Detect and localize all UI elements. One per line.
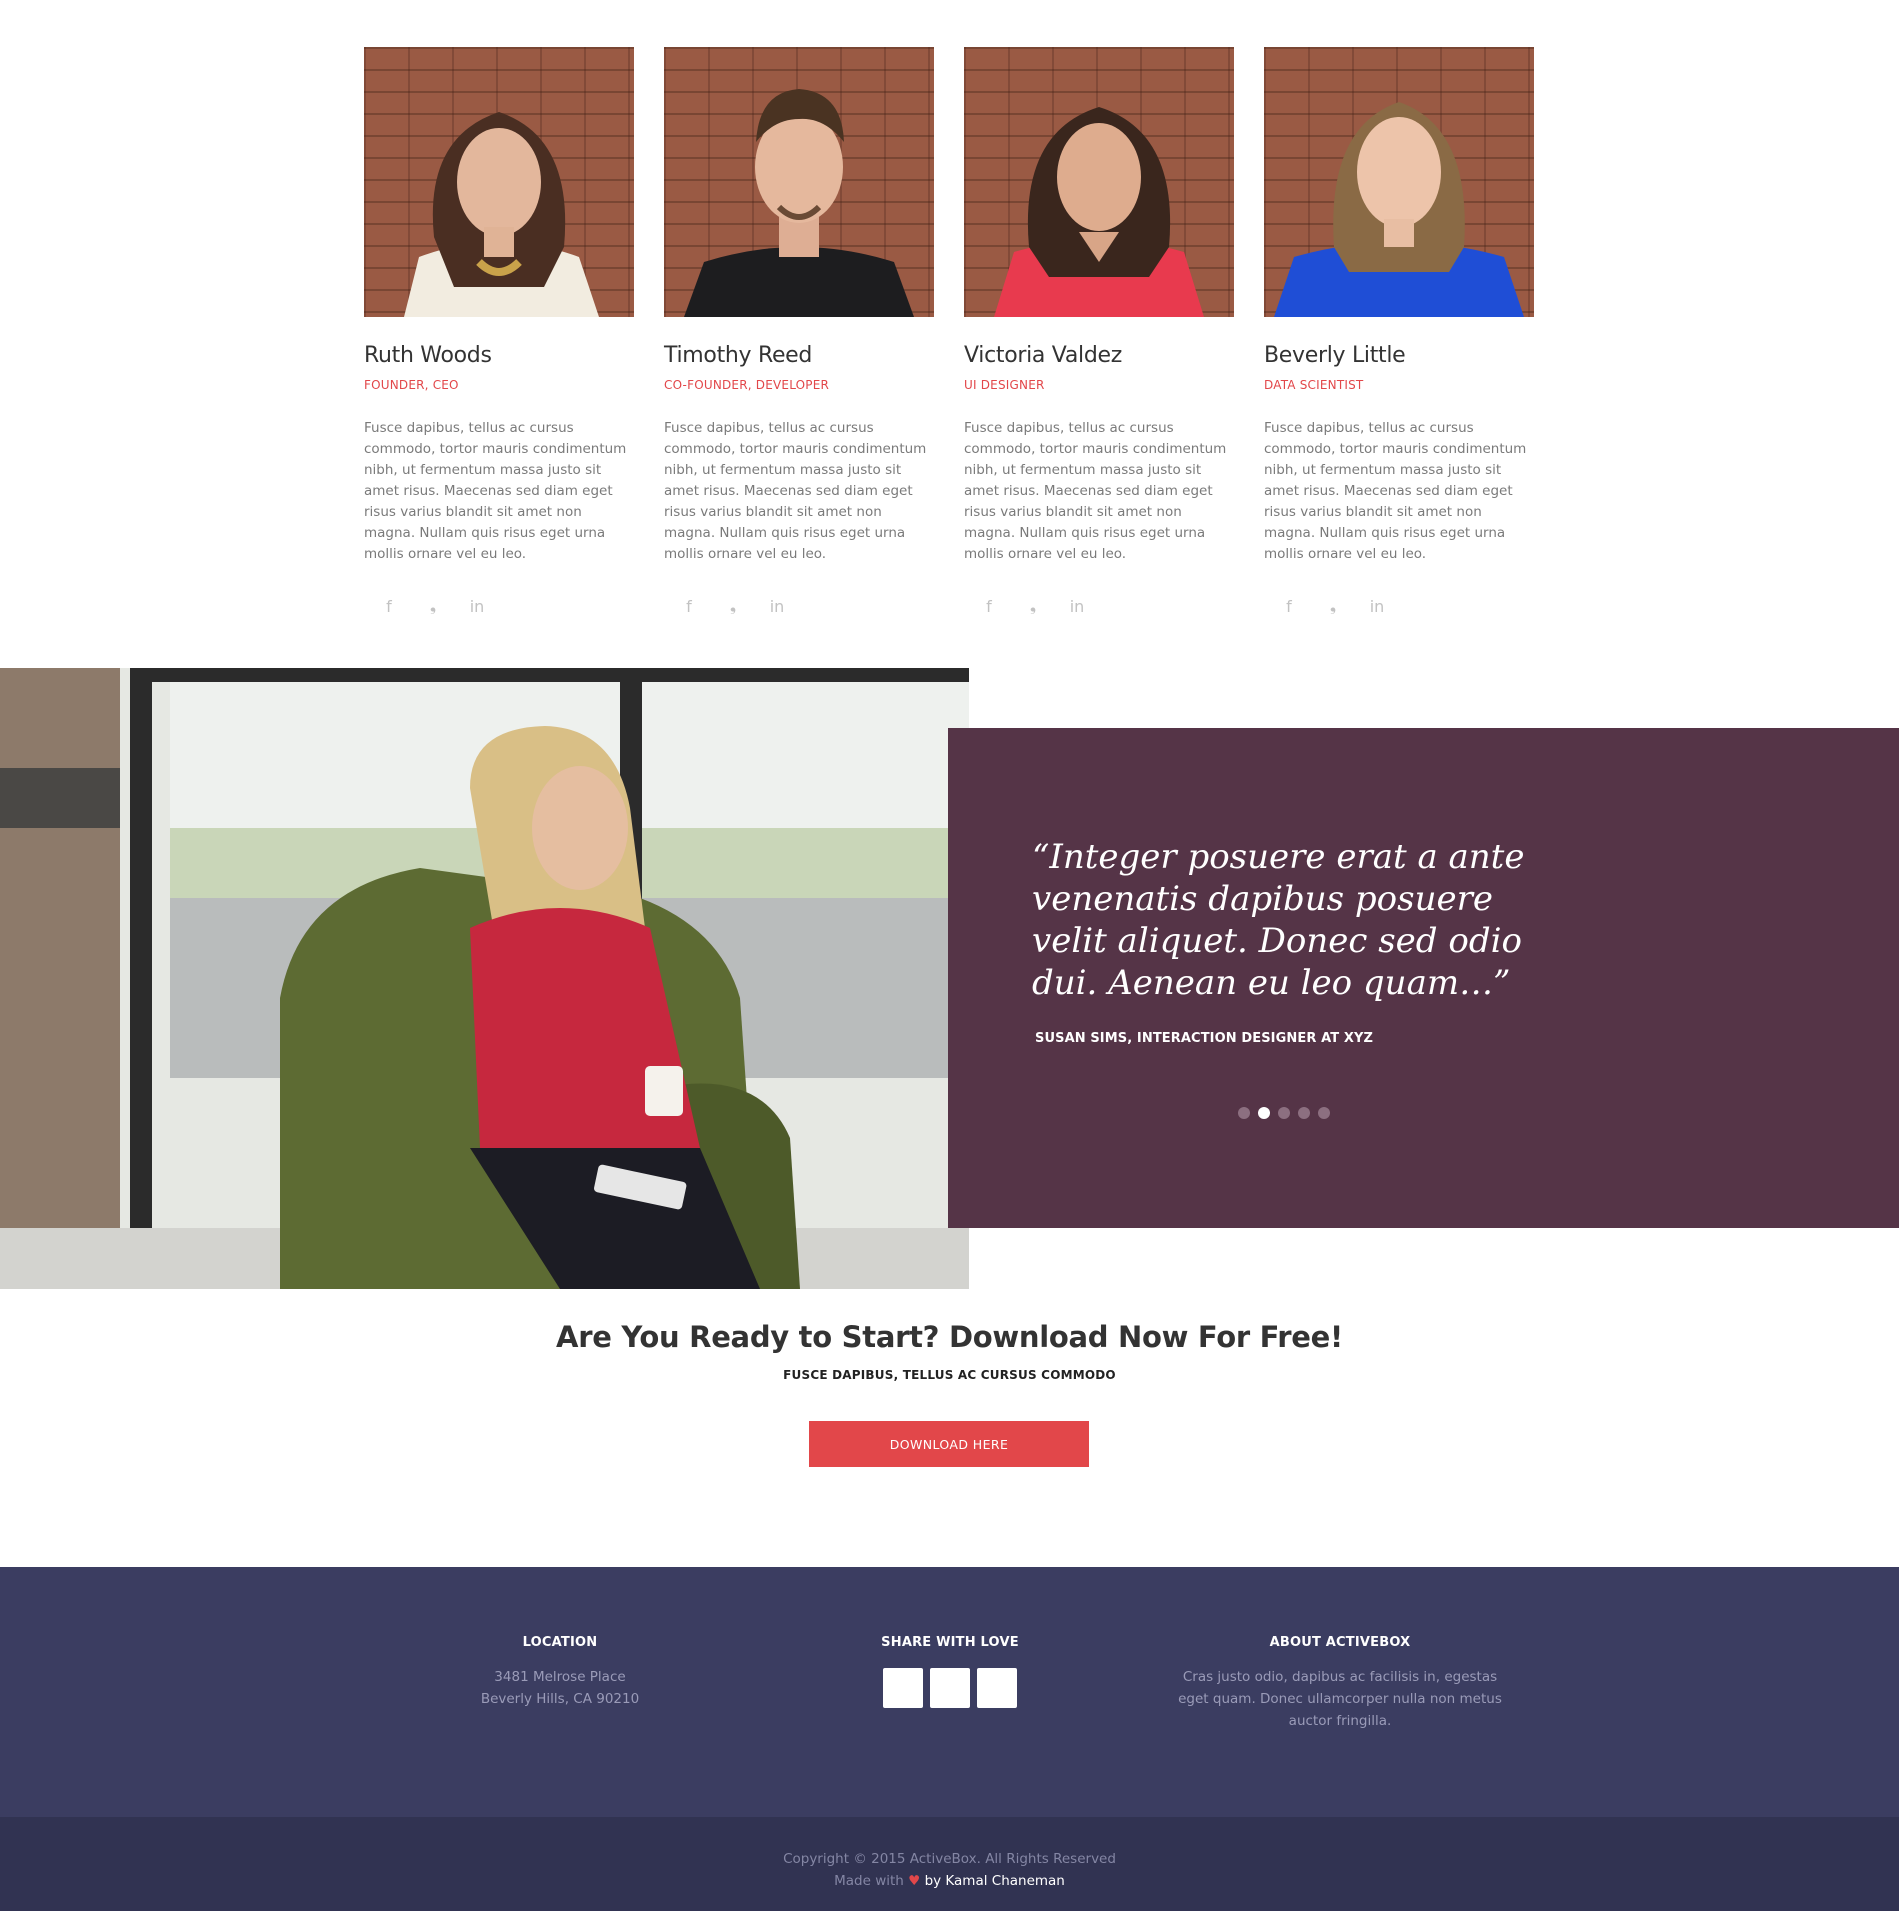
footer-address: 3481 Melrose Place Beverly Hills, CA 902… xyxy=(440,1666,680,1710)
carousel-dot-4[interactable] xyxy=(1298,1107,1310,1119)
carousel-dot-5[interactable] xyxy=(1318,1107,1330,1119)
member-social-links: f ❟ in xyxy=(1264,595,1534,617)
team-section: Ruth Woods FOUNDER, CEO Fusce dapibus, t… xyxy=(364,47,1535,627)
member-social-links: f ❟ in xyxy=(964,595,1234,617)
member-name: Beverly Little xyxy=(1264,343,1406,368)
member-name: Timothy Reed xyxy=(664,343,813,368)
address-line-1: 3481 Melrose Place xyxy=(494,1669,626,1685)
footer-share: SHARE WITH LOVE xyxy=(830,1635,1070,1708)
twitter-icon[interactable]: ❟ xyxy=(422,595,444,617)
footer-about-text: Cras justo odio, dapibus ac facilisis in… xyxy=(1178,1669,1502,1729)
heart-icon: ♥ xyxy=(908,1873,921,1889)
member-photo xyxy=(664,47,934,317)
twitter-icon[interactable]: ❟ xyxy=(722,595,744,617)
twitter-icon[interactable]: ❟ xyxy=(1022,595,1044,617)
member-bio: Fusce dapibus, tellus ac cursus commodo,… xyxy=(1264,420,1527,562)
member-social-links: f ❟ in xyxy=(364,595,634,617)
member-bio: Fusce dapibus, tellus ac cursus commodo,… xyxy=(964,420,1227,562)
footer-location-heading: LOCATION xyxy=(522,1635,598,1650)
member-photo xyxy=(1264,47,1534,317)
team-member-victoria-valdez: Victoria Valdez UI DESIGNER Fusce dapibu… xyxy=(964,47,1234,617)
carousel-dot-2[interactable] xyxy=(1258,1107,1270,1119)
footer-bottom-bar: Copyright © 2015 ActiveBox. All Rights R… xyxy=(0,1817,1899,1911)
member-role: CO-FOUNDER, DEVELOPER xyxy=(664,378,830,392)
testimonial-quote: “Integer posuere erat a ante venenatis d… xyxy=(1032,837,1525,1003)
cta-subtitle: FUSCE DAPIBUS, TELLUS AC CURSUS COMMODO xyxy=(783,1368,1116,1382)
made-with-line: Made with ♥ by Kamal Chaneman xyxy=(0,1873,1899,1889)
member-role: DATA SCIENTIST xyxy=(1264,378,1364,392)
cta-title: Are You Ready to Start? Download Now For… xyxy=(556,1320,1343,1354)
footer-share-heading: SHARE WITH LOVE xyxy=(881,1635,1019,1650)
team-member-ruth-woods: Ruth Woods FOUNDER, CEO Fusce dapibus, t… xyxy=(364,47,634,617)
linkedin-icon[interactable]: in xyxy=(1366,595,1388,617)
footer-about-heading: ABOUT ACTIVEBOX xyxy=(1269,1635,1411,1650)
carousel-dot-1[interactable] xyxy=(1238,1107,1250,1119)
testimonial-panel: “Integer posuere erat a ante venenatis d… xyxy=(948,728,1899,1228)
address-line-2: Beverly Hills, CA 90210 xyxy=(480,1691,640,1707)
member-bio: Fusce dapibus, tellus ac cursus commodo,… xyxy=(664,420,927,562)
footer: LOCATION 3481 Melrose Place Beverly Hill… xyxy=(0,1567,1899,1817)
footer-location: LOCATION 3481 Melrose Place Beverly Hill… xyxy=(440,1635,680,1710)
share-button-1[interactable] xyxy=(883,1668,923,1708)
member-name: Victoria Valdez xyxy=(964,343,1122,368)
member-role: FOUNDER, CEO xyxy=(364,378,459,392)
member-name: Ruth Woods xyxy=(364,343,492,368)
member-social-links: f ❟ in xyxy=(664,595,934,617)
testimonial-author: SUSAN SIMS, INTERACTION DESIGNER AT XYZ xyxy=(1035,1031,1373,1046)
facebook-icon[interactable]: f xyxy=(978,595,1000,617)
member-role: UI DESIGNER xyxy=(964,378,1045,392)
member-photo xyxy=(964,47,1234,317)
member-bio: Fusce dapibus, tellus ac cursus commodo,… xyxy=(364,420,627,562)
team-member-timothy-reed: Timothy Reed CO-FOUNDER, DEVELOPER Fusce… xyxy=(664,47,934,617)
facebook-icon[interactable]: f xyxy=(378,595,400,617)
share-buttons xyxy=(830,1668,1070,1708)
linkedin-icon[interactable]: in xyxy=(766,595,788,617)
download-button[interactable]: DOWNLOAD HERE xyxy=(809,1421,1089,1467)
author-link[interactable]: by Kamal Chaneman xyxy=(925,1873,1065,1889)
footer-about: ABOUT ACTIVEBOX Cras justo odio, dapibus… xyxy=(1170,1635,1510,1732)
share-button-3[interactable] xyxy=(977,1668,1017,1708)
twitter-icon[interactable]: ❟ xyxy=(1322,595,1344,617)
copyright-text: Copyright © 2015 ActiveBox. All Rights R… xyxy=(783,1851,1116,1867)
facebook-icon[interactable]: f xyxy=(1278,595,1300,617)
made-with-text: Made with xyxy=(834,1873,904,1889)
facebook-icon[interactable]: f xyxy=(678,595,700,617)
carousel-dots xyxy=(1238,1107,1330,1119)
carousel-dot-3[interactable] xyxy=(1278,1107,1290,1119)
team-member-beverly-little: Beverly Little DATA SCIENTIST Fusce dapi… xyxy=(1264,47,1534,617)
testimonial-photo xyxy=(0,668,969,1289)
member-photo xyxy=(364,47,634,317)
linkedin-icon[interactable]: in xyxy=(1066,595,1088,617)
linkedin-icon[interactable]: in xyxy=(466,595,488,617)
share-button-2[interactable] xyxy=(930,1668,970,1708)
